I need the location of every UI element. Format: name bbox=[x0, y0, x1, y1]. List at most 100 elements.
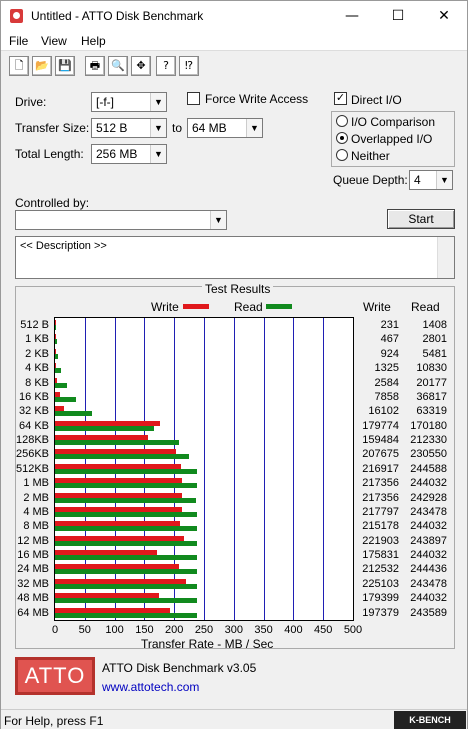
write-value: 16102 bbox=[368, 405, 399, 418]
read-bar bbox=[55, 411, 92, 417]
drive-select[interactable]: [-f-] ▼ bbox=[91, 92, 167, 112]
maximize-button[interactable]: ☐ bbox=[375, 1, 421, 31]
gridline bbox=[323, 318, 325, 620]
menu-help[interactable]: Help bbox=[81, 34, 106, 48]
write-column-header: Write bbox=[363, 300, 391, 314]
category-label: 64 KB bbox=[19, 419, 49, 432]
read-bar bbox=[55, 339, 57, 345]
force-write-checkbox[interactable] bbox=[187, 92, 200, 105]
context-help-icon[interactable]: ⁉ bbox=[179, 56, 199, 76]
kbench-badge: K-BENCH bbox=[394, 711, 466, 729]
read-bar bbox=[55, 569, 198, 575]
transfer-size-from-value: 512 B bbox=[96, 121, 128, 135]
menu-file[interactable]: File bbox=[9, 34, 28, 48]
x-tick-label: 450 bbox=[314, 624, 333, 636]
save-icon[interactable]: 💾 bbox=[55, 56, 75, 76]
transfer-size-to-select[interactable]: 64 MB ▼ bbox=[187, 118, 263, 138]
description-field[interactable]: << Description >> bbox=[15, 236, 455, 279]
gridline bbox=[233, 318, 235, 620]
transfer-size-to-value: 64 MB bbox=[192, 121, 227, 135]
drive-label: Drive: bbox=[15, 95, 47, 109]
drive-value: [-f-] bbox=[96, 95, 114, 109]
chart-plot-area bbox=[54, 317, 354, 621]
chevron-down-icon[interactable]: ▼ bbox=[436, 171, 452, 189]
start-button[interactable]: Start bbox=[387, 209, 455, 229]
controlled-by-select[interactable]: ▼ bbox=[15, 210, 227, 230]
write-value: 217797 bbox=[362, 505, 399, 518]
new-icon[interactable]: 🗋 bbox=[9, 56, 29, 76]
neither-radio[interactable] bbox=[336, 149, 348, 161]
force-write-label[interactable]: Force Write Access bbox=[205, 92, 308, 106]
read-bar bbox=[55, 497, 197, 503]
open-icon[interactable]: 📂 bbox=[32, 56, 52, 76]
category-label: 16 KB bbox=[19, 390, 49, 403]
read-value: 243478 bbox=[410, 505, 447, 518]
help-icon[interactable]: ? bbox=[156, 56, 176, 76]
close-button[interactable]: ✕ bbox=[421, 1, 467, 31]
category-label: 32 MB bbox=[17, 577, 49, 590]
description-text: << Description >> bbox=[20, 240, 107, 252]
overlapped-io-radio[interactable] bbox=[336, 132, 348, 144]
read-bar bbox=[55, 526, 198, 532]
neither-label[interactable]: Neither bbox=[351, 149, 390, 163]
direct-io-label[interactable]: Direct I/O bbox=[351, 93, 402, 107]
read-value: 244588 bbox=[410, 462, 447, 475]
read-value: 244436 bbox=[410, 563, 447, 576]
chevron-down-icon[interactable]: ▼ bbox=[210, 211, 226, 229]
write-value: 175831 bbox=[362, 549, 399, 562]
overlapped-io-label[interactable]: Overlapped I/O bbox=[351, 132, 432, 146]
category-label: 24 MB bbox=[17, 563, 49, 576]
read-bar bbox=[55, 425, 155, 431]
category-label: 12 MB bbox=[17, 534, 49, 547]
read-value: 63319 bbox=[416, 405, 447, 418]
transfer-size-from-select[interactable]: 512 B ▼ bbox=[91, 118, 167, 138]
category-label: 8 MB bbox=[23, 520, 49, 533]
read-value: 2801 bbox=[422, 333, 447, 346]
read-value: 212330 bbox=[410, 434, 447, 447]
read-bar bbox=[55, 325, 56, 330]
write-value: 231 bbox=[380, 319, 399, 331]
print-preview-icon[interactable]: 🔍 bbox=[108, 56, 128, 76]
app-icon[interactable] bbox=[10, 9, 23, 23]
move-icon[interactable]: ✥ bbox=[131, 56, 151, 76]
direct-io-checkbox[interactable]: ✓ bbox=[334, 92, 347, 105]
io-comparison-radio[interactable] bbox=[336, 115, 348, 127]
write-value: 217356 bbox=[362, 491, 399, 504]
queue-depth-select[interactable]: 4 ▼ bbox=[409, 170, 453, 190]
read-bar bbox=[55, 511, 197, 517]
read-value: 242928 bbox=[410, 491, 447, 504]
minimize-button[interactable]: — bbox=[329, 1, 375, 31]
x-axis-label: Transfer Rate - MB / Sec bbox=[141, 637, 274, 651]
legend-read-label: Read bbox=[234, 300, 263, 314]
write-value: 2584 bbox=[374, 376, 399, 389]
read-value: 5481 bbox=[422, 347, 447, 360]
x-tick-label: 500 bbox=[343, 624, 363, 636]
read-value: 243897 bbox=[410, 534, 447, 547]
menu-view[interactable]: View bbox=[41, 34, 67, 48]
chevron-down-icon[interactable]: ▼ bbox=[150, 119, 166, 137]
read-value: 243589 bbox=[410, 606, 447, 619]
category-label: 2 KB bbox=[25, 347, 49, 360]
category-label: 256KB bbox=[15, 448, 49, 461]
read-value: 230550 bbox=[410, 448, 447, 461]
chevron-down-icon[interactable]: ▼ bbox=[246, 119, 262, 137]
category-label: 512KB bbox=[15, 462, 49, 475]
product-name: ATTO Disk Benchmark v3.05 bbox=[102, 661, 257, 675]
read-value: 243478 bbox=[410, 577, 447, 590]
x-tick-label: 300 bbox=[224, 624, 243, 636]
chevron-down-icon[interactable]: ▼ bbox=[150, 93, 166, 111]
title-bar[interactable]: Untitled - ATTO Disk Benchmark — ☐ ✕ bbox=[1, 1, 467, 31]
read-bar bbox=[55, 440, 179, 446]
category-label: 2 MB bbox=[23, 491, 49, 504]
io-comparison-label[interactable]: I/O Comparison bbox=[351, 115, 435, 129]
total-length-select[interactable]: 256 MB ▼ bbox=[91, 144, 167, 164]
write-value: 1325 bbox=[374, 362, 399, 375]
write-value: 207675 bbox=[362, 448, 399, 461]
read-value: 244032 bbox=[410, 592, 447, 605]
chevron-down-icon[interactable]: ▼ bbox=[150, 145, 166, 163]
queue-depth-label: Queue Depth: bbox=[333, 173, 408, 187]
website-link[interactable]: www.attotech.com bbox=[102, 680, 199, 694]
print-icon[interactable]: 🖶 bbox=[85, 56, 105, 76]
category-label: 48 MB bbox=[17, 592, 49, 605]
description-scrollbar[interactable] bbox=[437, 237, 454, 278]
